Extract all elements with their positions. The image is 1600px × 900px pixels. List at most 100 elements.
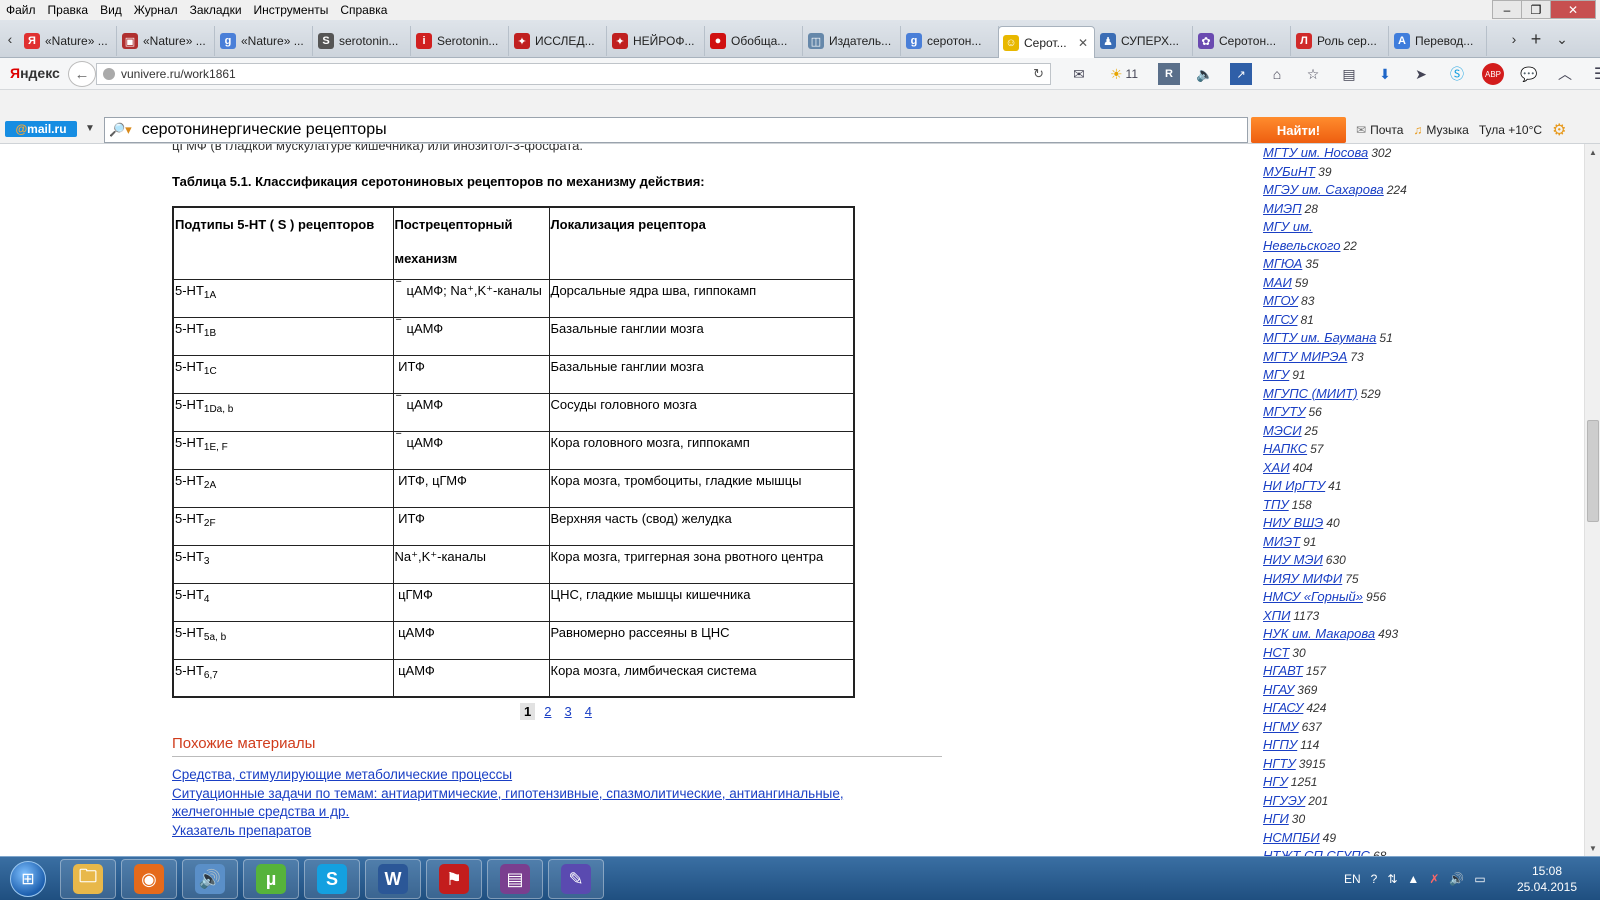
university-link[interactable]: ХПИ xyxy=(1263,608,1290,623)
new-tab-icon[interactable]: + xyxy=(1528,29,1544,49)
menu-item[interactable]: Закладки xyxy=(190,3,242,17)
language-indicator[interactable]: EN xyxy=(1344,872,1361,886)
taskbar-app[interactable]: ✎ xyxy=(548,859,604,899)
taskbar-app[interactable]: ◉ xyxy=(121,859,177,899)
university-link[interactable]: МАИ xyxy=(1263,275,1292,290)
university-link[interactable]: МИЭТ xyxy=(1263,534,1300,549)
menu-item[interactable]: Инструменты xyxy=(254,3,329,17)
browser-tab[interactable]: ◫ Издатель... xyxy=(804,26,901,56)
browser-tab[interactable]: g серотон... xyxy=(902,26,999,56)
university-link[interactable]: НГАВТ xyxy=(1263,663,1303,678)
university-link[interactable]: НГУ xyxy=(1263,774,1288,789)
university-link[interactable]: МГСУ xyxy=(1263,312,1297,327)
menu-item[interactable]: Файл xyxy=(6,3,36,17)
university-link[interactable]: НГАСУ xyxy=(1263,700,1303,715)
reload-icon[interactable]: ↻ xyxy=(1033,66,1044,82)
vertical-scrollbar[interactable]: ▲ ▼ xyxy=(1584,144,1600,856)
star-icon[interactable]: ☆ xyxy=(1302,63,1324,85)
page-link[interactable]: 3 xyxy=(560,703,575,720)
university-link[interactable]: НСМПБИ xyxy=(1263,830,1320,845)
taskbar-app[interactable]: µ xyxy=(243,859,299,899)
browser-tab[interactable]: ♟ СУПЕРХ... xyxy=(1096,26,1193,56)
university-link[interactable]: МГЮА xyxy=(1263,256,1302,271)
scroll-thumb[interactable] xyxy=(1587,420,1599,522)
clock[interactable]: 15:08 25.04.2015 xyxy=(1512,863,1582,895)
university-link[interactable]: МУБиНТ xyxy=(1263,164,1315,179)
speaker-icon[interactable]: 🔈 xyxy=(1194,63,1216,85)
music-link[interactable]: ♫ Музыка xyxy=(1413,123,1468,137)
scroll-down-icon[interactable]: ▼ xyxy=(1585,840,1600,856)
url-field[interactable]: vunivere.ru/work1861 ↻ xyxy=(96,63,1051,85)
university-link[interactable]: НМСУ «Горный» xyxy=(1263,589,1363,604)
volume-icon[interactable]: 🔊 xyxy=(1449,872,1464,886)
browser-tab[interactable]: Я «Nature» ... xyxy=(20,26,117,56)
search-input[interactable]: 🔎▾ серотонинергические рецепторы xyxy=(104,117,1248,143)
weather-link[interactable]: Тула +10°C xyxy=(1479,123,1542,137)
taskbar-app[interactable]: ⚑ xyxy=(426,859,482,899)
browser-tab[interactable]: Sserotonin... xyxy=(314,26,411,56)
browser-tab[interactable]: ✦ НЕЙРОФ... xyxy=(608,26,705,56)
tab-list-icon[interactable]: ⌄ xyxy=(1554,29,1570,49)
university-link[interactable]: МГУ им. xyxy=(1263,219,1313,234)
browser-tab[interactable]: A Перевод... xyxy=(1390,26,1487,56)
university-link[interactable]: НИУ МЭИ xyxy=(1263,552,1323,567)
mail-link[interactable]: ✉ Почта xyxy=(1356,123,1403,137)
university-link[interactable]: НИЯУ МИФИ xyxy=(1263,571,1342,586)
menu-item[interactable]: Вид xyxy=(100,3,122,17)
weather-icon[interactable]: ☀ 11 xyxy=(1104,63,1144,85)
university-link[interactable]: НГПУ xyxy=(1263,737,1297,752)
university-link[interactable]: НАПКС xyxy=(1263,441,1307,456)
browser-tab[interactable]: i Serotonin... xyxy=(412,26,509,56)
show-hidden-icon[interactable]: ▲ xyxy=(1407,872,1419,886)
menu-item[interactable]: Правка xyxy=(48,3,89,17)
adblock-icon[interactable]: ABP xyxy=(1482,63,1504,85)
similar-material-link[interactable]: Ситуационные задачи по темам: антиаритми… xyxy=(172,785,912,822)
close-window-button[interactable]: ✕ xyxy=(1550,0,1596,19)
browser-tab[interactable]: g «Nature» ... xyxy=(216,26,313,56)
taskbar-app[interactable]: S xyxy=(304,859,360,899)
mail-icon[interactable]: ✉ xyxy=(1068,63,1090,85)
university-link[interactable]: МГОУ xyxy=(1263,293,1298,308)
tray-options-icon[interactable]: ⇅ xyxy=(1387,872,1397,886)
close-tab-icon[interactable]: ✕ xyxy=(1078,36,1088,50)
university-link[interactable]: МГТУ МИРЭА xyxy=(1263,349,1347,364)
university-link[interactable]: НГАУ xyxy=(1263,682,1294,697)
taskbar-app[interactable]: W xyxy=(365,859,421,899)
help-icon[interactable]: ? xyxy=(1371,872,1378,886)
network-icon[interactable]: ✗ xyxy=(1429,872,1439,886)
university-link[interactable]: МЭСИ xyxy=(1263,423,1302,438)
taskbar-app[interactable]: 🔊 xyxy=(182,859,238,899)
taskbar-app[interactable]: 🗀 xyxy=(60,859,116,899)
browser-tab[interactable]: ☺ Серот... ✕ xyxy=(998,26,1095,58)
similar-material-link[interactable]: Средства, стимулирующие метаболические п… xyxy=(172,766,912,785)
yandex-logo[interactable]: Яндекс xyxy=(10,65,60,81)
tab-scroll-right-icon[interactable]: › xyxy=(1506,29,1522,49)
collapse-icon[interactable]: ︿ xyxy=(1554,63,1576,85)
university-link[interactable]: МИЭП xyxy=(1263,201,1302,216)
university-link[interactable]: НГТУ xyxy=(1263,756,1296,771)
maximize-button[interactable]: ❐ xyxy=(1521,0,1551,19)
browser-tab[interactable]: ▣ «Nature» ... xyxy=(118,26,215,56)
browser-tab[interactable]: ● Обобща... xyxy=(706,26,803,56)
page-link[interactable]: 2 xyxy=(540,703,555,720)
chevron-down-icon[interactable]: ▼ xyxy=(85,123,95,134)
start-button[interactable]: ⊞ xyxy=(4,857,52,900)
scroll-up-icon[interactable]: ▲ xyxy=(1585,144,1600,160)
menu-icon[interactable]: ☰ xyxy=(1590,63,1600,85)
browser-tab[interactable]: ✦ ИССЛЕД... xyxy=(510,26,607,56)
university-link[interactable]: НИ ИрГТУ xyxy=(1263,478,1325,493)
menu-item[interactable]: Справка xyxy=(340,3,387,17)
menu-item[interactable]: Журнал xyxy=(134,3,178,17)
university-link[interactable]: ТПУ xyxy=(1263,497,1289,512)
reading-list-icon[interactable]: ▤ xyxy=(1338,63,1360,85)
university-link[interactable]: МГУ xyxy=(1263,367,1289,382)
university-link[interactable]: НТЖТ СП СГУПС xyxy=(1263,848,1370,856)
university-link[interactable]: ХАИ xyxy=(1263,460,1290,475)
taskbar-app[interactable]: ▤ xyxy=(487,859,543,899)
university-link[interactable]: МГЭУ им. Сахарова xyxy=(1263,182,1384,197)
action-center-icon[interactable]: ▭ xyxy=(1474,872,1485,886)
page-link[interactable]: 1 xyxy=(520,703,536,720)
university-link[interactable]: НСТ xyxy=(1263,645,1289,660)
browser-tab[interactable]: Л Роль сер... xyxy=(1292,26,1389,56)
inbox-icon[interactable]: ⌂ xyxy=(1266,63,1288,85)
